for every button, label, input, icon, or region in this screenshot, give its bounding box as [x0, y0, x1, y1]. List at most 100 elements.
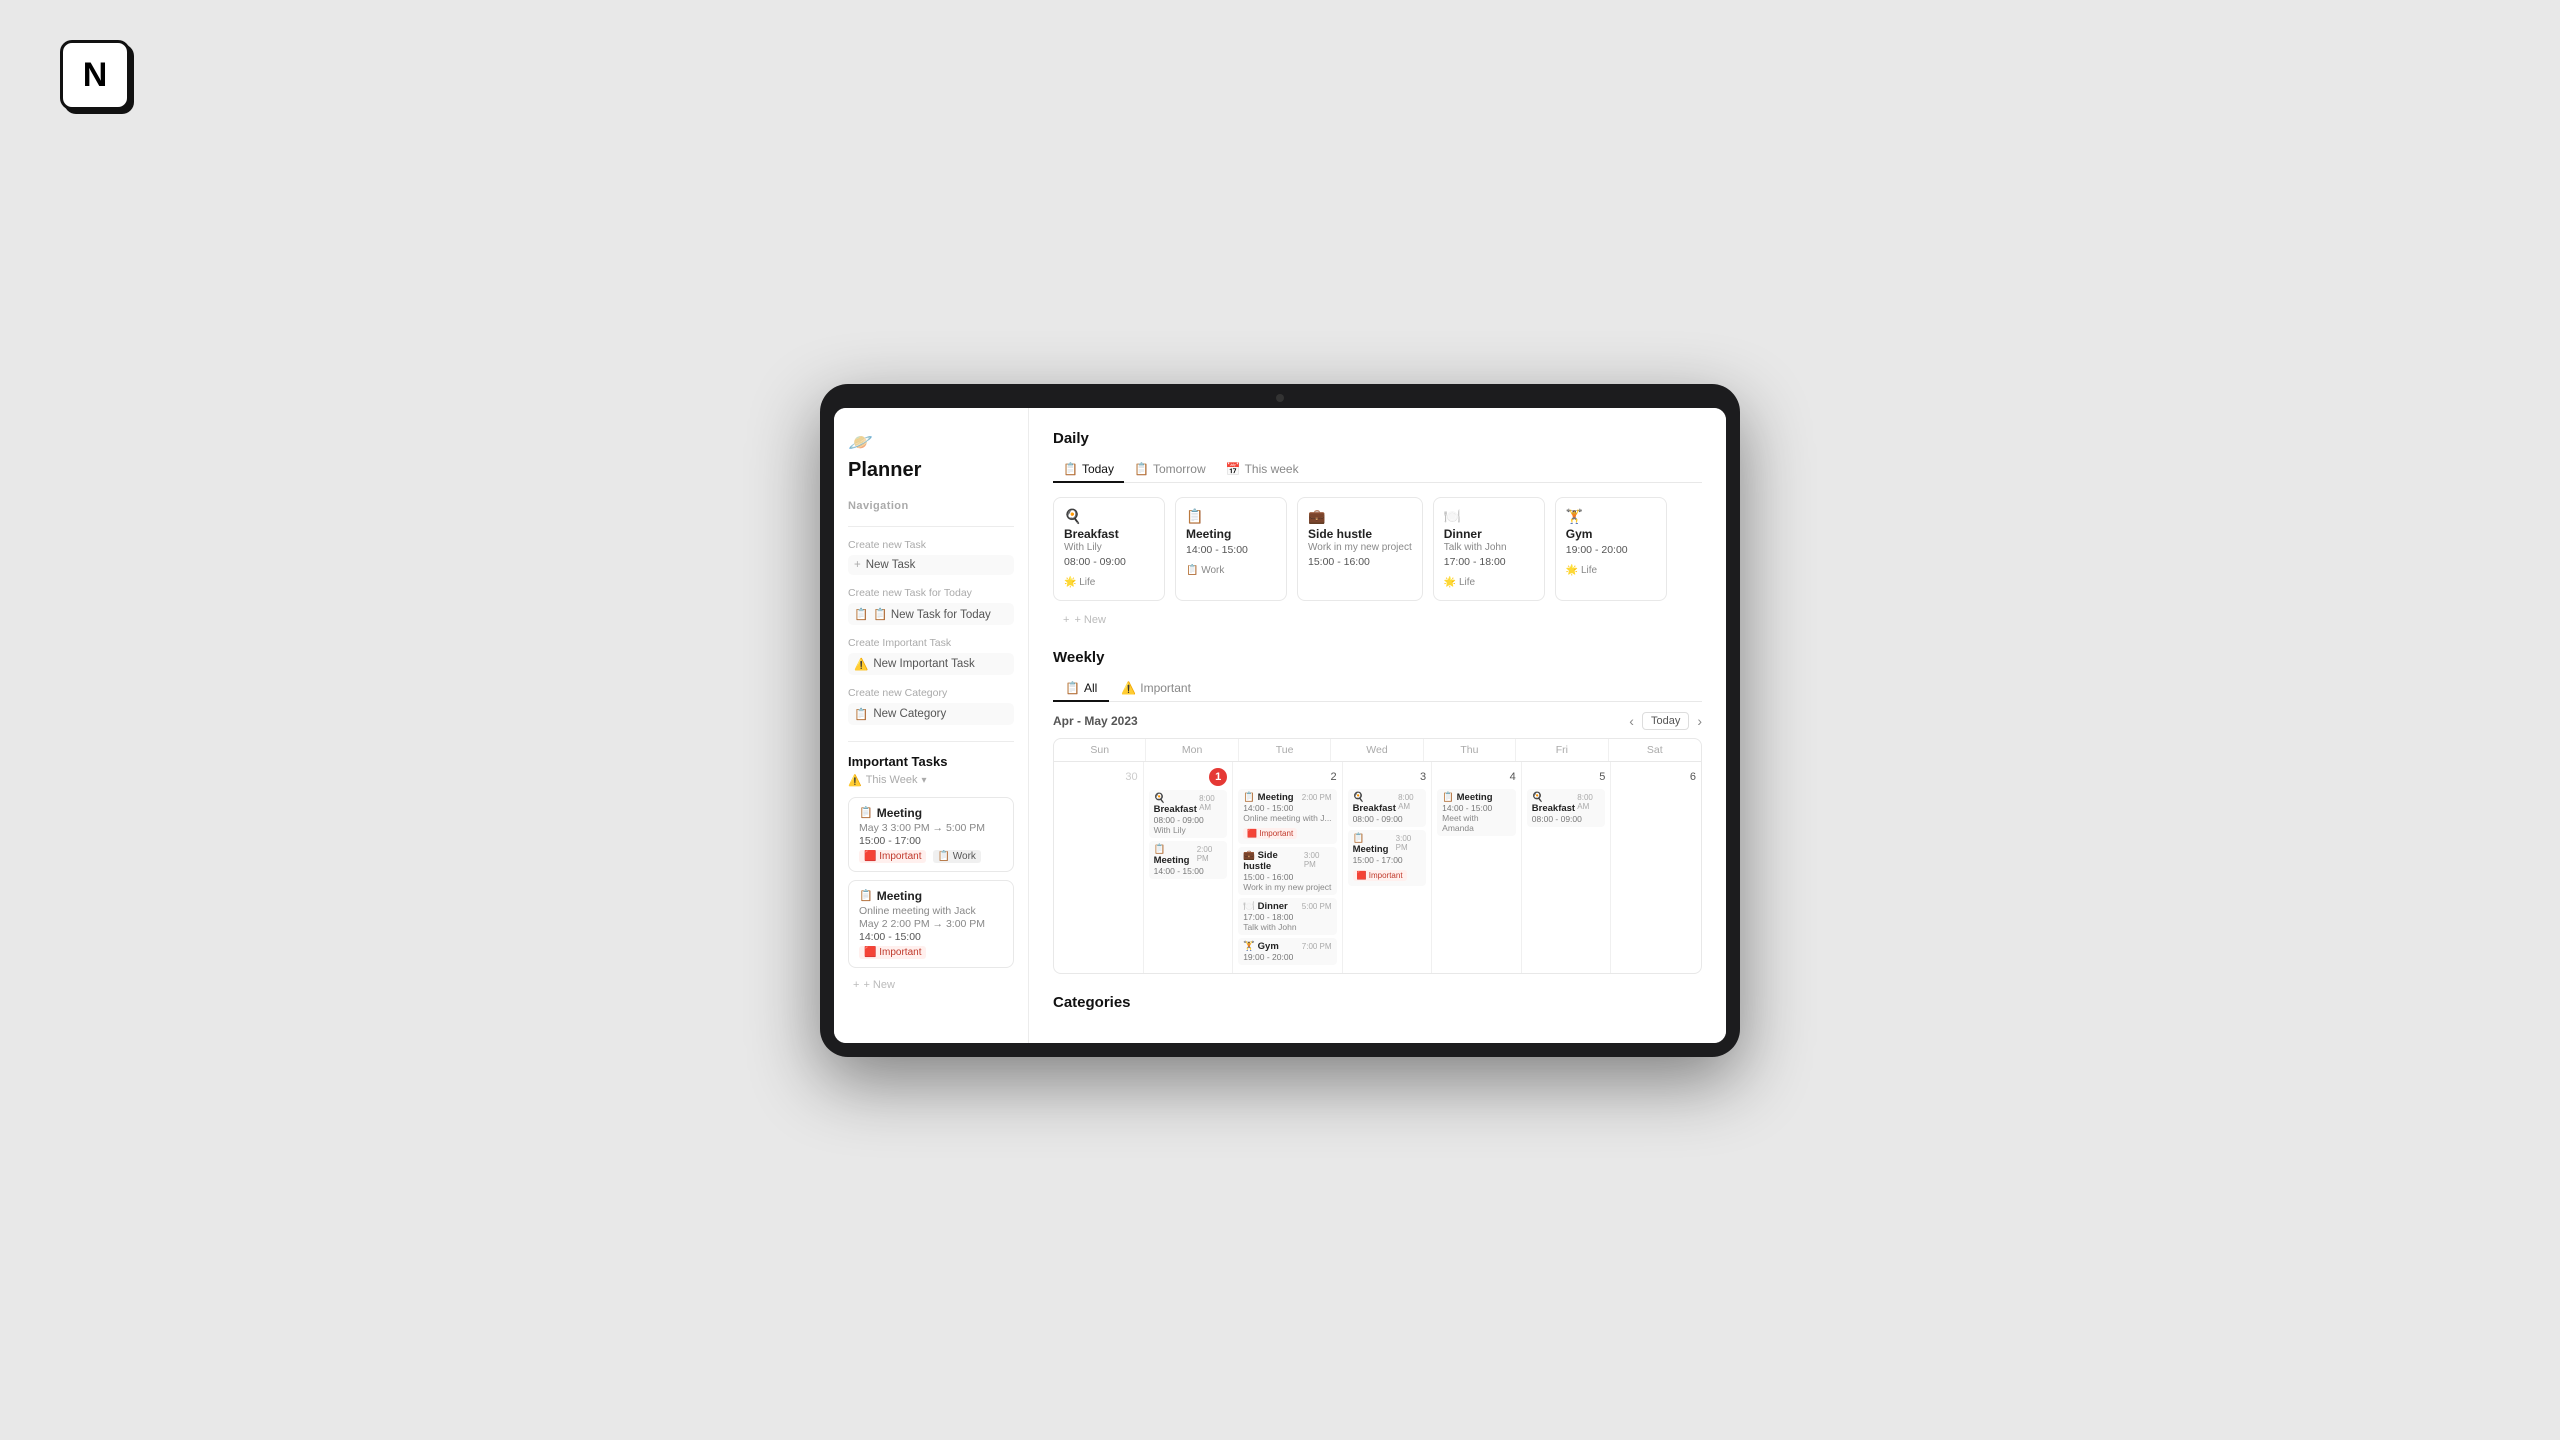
sidebar: 🪐 Planner Navigation Create new Task + N… [834, 408, 1029, 1043]
task-title: Meeting [877, 806, 922, 820]
cal-day: 30 [1054, 762, 1144, 973]
weekly-header: Apr - May 2023 ‹ Today › [1053, 712, 1702, 730]
device-screen: 🪐 Planner Navigation Create new Task + N… [834, 408, 1726, 1043]
cal-event[interactable]: 🍳 Breakfast 8:00 AM 08:00 - 09:00 With L… [1149, 790, 1228, 838]
weekly-nav: ‹ Today › [1629, 712, 1702, 730]
weekly-tabs: 📋All ⚠️Important [1053, 676, 1702, 702]
calendar-grid: Sun Mon Tue Wed Thu Fri Sat 30 [1053, 738, 1702, 974]
cal-event[interactable]: 📋 Meeting 2:00 PM 14:00 - 15:00 [1149, 841, 1228, 879]
task-date: May 2 2:00 PM → 3:00 PM [859, 918, 1003, 930]
daily-card-meeting[interactable]: 📋 Meeting 14:00 - 15:00 📋 Work [1175, 497, 1287, 601]
tab-all[interactable]: 📋All [1053, 676, 1109, 702]
categories-title: Categories [1053, 994, 1702, 1011]
cal-day: 4 📋 Meeting 14:00 - 15:00 Meet with Aman… [1432, 762, 1522, 973]
cal-event[interactable]: 📋 Meeting 2:00 PM 14:00 - 15:00 Online m… [1238, 789, 1336, 844]
tab-this-week[interactable]: 📅This week [1216, 457, 1309, 483]
device-camera [1276, 394, 1284, 402]
sidebar-new-btn[interactable]: + + New [848, 976, 1014, 994]
daily-card-breakfast[interactable]: 🍳 Breakfast With Lily 08:00 - 09:00 🌟 Li… [1053, 497, 1165, 601]
date-range: Apr - May 2023 [1053, 714, 1138, 728]
card-name: Side hustle [1308, 527, 1412, 541]
tag-important: 🟥 Important [859, 850, 926, 863]
card-name: Meeting [1186, 527, 1276, 541]
important-tasks-heading: Important Tasks [848, 754, 1014, 769]
day-header: Sun [1054, 739, 1146, 761]
card-sub: Work in my new project [1308, 542, 1412, 553]
cal-event[interactable]: 🍳 Breakfast 8:00 AM 08:00 - 09:00 [1527, 789, 1606, 827]
card-name: Gym [1566, 527, 1656, 541]
new-important-button[interactable]: ⚠️ New Important Task [848, 653, 1014, 675]
tab-tomorrow[interactable]: 📋Tomorrow [1124, 457, 1216, 483]
cal-day: 2 📋 Meeting 2:00 PM 14:00 - 15:00 Online… [1233, 762, 1342, 973]
card-tag-life: 🌟 Life [1566, 565, 1597, 576]
card-name: Breakfast [1064, 527, 1154, 541]
card-sub: Talk with John [1444, 542, 1534, 553]
create-category-label: Create new Category [848, 687, 1014, 699]
cal-day-today: 1 🍳 Breakfast 8:00 AM 08:00 - 09:00 With… [1144, 762, 1234, 973]
weekly-title: Weekly [1053, 649, 1702, 666]
day-header: Thu [1424, 739, 1516, 761]
cal-event[interactable]: 💼 Side hustle 3:00 PM 15:00 - 16:00 Work… [1238, 847, 1336, 895]
today-btn[interactable]: Today [1642, 712, 1689, 730]
daily-card-gym[interactable]: 🏋️ Gym 19:00 - 20:00 🌟 Life [1555, 497, 1667, 601]
new-category-button[interactable]: 📋 New Category [848, 703, 1014, 725]
task-card[interactable]: 📋 Meeting Online meeting with Jack May 2… [848, 880, 1014, 968]
task-title: Meeting [877, 889, 922, 903]
cal-event[interactable]: 📋 Meeting 3:00 PM 15:00 - 17:00 🟥 Import… [1348, 830, 1427, 886]
card-name: Dinner [1444, 527, 1534, 541]
tag-work: 📋 Work [933, 850, 981, 863]
cal-body: 30 1 🍳 Breakfast 8:00 AM [1054, 762, 1701, 973]
card-time: 17:00 - 18:00 [1444, 556, 1534, 568]
weekly-section: Weekly 📋All ⚠️Important Apr - May 2023 ‹ [1053, 649, 1702, 974]
notion-logo: N [60, 40, 130, 110]
card-time: 14:00 - 15:00 [1186, 544, 1276, 556]
daily-card-side-hustle[interactable]: 💼 Side hustle Work in my new project 15:… [1297, 497, 1423, 601]
card-tag-life: 🌟 Life [1064, 577, 1095, 588]
day-header: Fri [1516, 739, 1608, 761]
card-tag-work: 📋 Work [1186, 565, 1224, 576]
day-header: Mon [1146, 739, 1238, 761]
task-card[interactable]: 📋 Meeting May 3 3:00 PM → 5:00 PM 15:00 … [848, 797, 1014, 872]
this-week-badge: ⚠️ This Week ▾ [848, 774, 1014, 787]
main-content: Daily 📋Today 📋Tomorrow 📅This week [1029, 408, 1726, 1043]
day-header: Sat [1609, 739, 1701, 761]
task-date: May 3 3:00 PM → 5:00 PM [859, 822, 1003, 834]
daily-card-dinner[interactable]: 🍽️ Dinner Talk with John 17:00 - 18:00 🌟… [1433, 497, 1545, 601]
daily-tabs: 📋Today 📋Tomorrow 📅This week [1053, 457, 1702, 483]
tab-important[interactable]: ⚠️Important [1109, 676, 1203, 702]
next-btn[interactable]: › [1697, 713, 1702, 729]
nav-heading: Navigation [848, 500, 1014, 512]
card-time: 08:00 - 09:00 [1064, 556, 1154, 568]
card-tag-life: 🌟 Life [1444, 577, 1475, 588]
prev-btn[interactable]: ‹ [1629, 713, 1634, 729]
new-task-button[interactable]: + New Task [848, 555, 1014, 575]
daily-section: Daily 📋Today 📋Tomorrow 📅This week [1053, 430, 1702, 629]
create-task-label: Create new Task [848, 539, 1014, 551]
card-time: 15:00 - 16:00 [1308, 556, 1412, 568]
cal-day: 5 🍳 Breakfast 8:00 AM 08:00 - 09:00 [1522, 762, 1612, 973]
create-task-today-label: Create new Task for Today [848, 587, 1014, 599]
day-header: Wed [1331, 739, 1423, 761]
tab-today[interactable]: 📋Today [1053, 457, 1124, 483]
task-sub: Online meeting with Jack [859, 905, 1003, 917]
daily-new-row[interactable]: ++ New [1053, 611, 1702, 629]
daily-cards-row: 🍳 Breakfast With Lily 08:00 - 09:00 🌟 Li… [1053, 497, 1702, 601]
new-task-today-button[interactable]: 📋 📋 New Task for Today [848, 603, 1014, 625]
device-frame: 🪐 Planner Navigation Create new Task + N… [820, 384, 1740, 1057]
cal-event[interactable]: 🍳 Breakfast 8:00 AM 08:00 - 09:00 [1348, 789, 1427, 827]
cal-event[interactable]: 🍽️ Dinner 5:00 PM 17:00 - 18:00 Talk wit… [1238, 898, 1336, 935]
create-important-label: Create Important Task [848, 637, 1014, 649]
card-sub: With Lily [1064, 542, 1154, 553]
cal-event[interactable]: 🏋️ Gym 7:00 PM 19:00 - 20:00 [1238, 938, 1336, 965]
cal-header: Sun Mon Tue Wed Thu Fri Sat [1054, 739, 1701, 762]
daily-title: Daily [1053, 430, 1702, 447]
tag-important: 🟥 Important [859, 946, 926, 959]
planner-title: Planner [848, 459, 1014, 482]
card-time: 19:00 - 20:00 [1566, 544, 1656, 556]
day-header: Tue [1239, 739, 1331, 761]
cal-event[interactable]: 📋 Meeting 14:00 - 15:00 Meet with Amanda [1437, 789, 1516, 836]
planner-icon: 🪐 [848, 430, 1014, 455]
cal-day: 3 🍳 Breakfast 8:00 AM 08:00 - 09:00 [1343, 762, 1433, 973]
categories-section: Categories [1053, 994, 1702, 1011]
task-time: 15:00 - 17:00 [859, 835, 1003, 847]
